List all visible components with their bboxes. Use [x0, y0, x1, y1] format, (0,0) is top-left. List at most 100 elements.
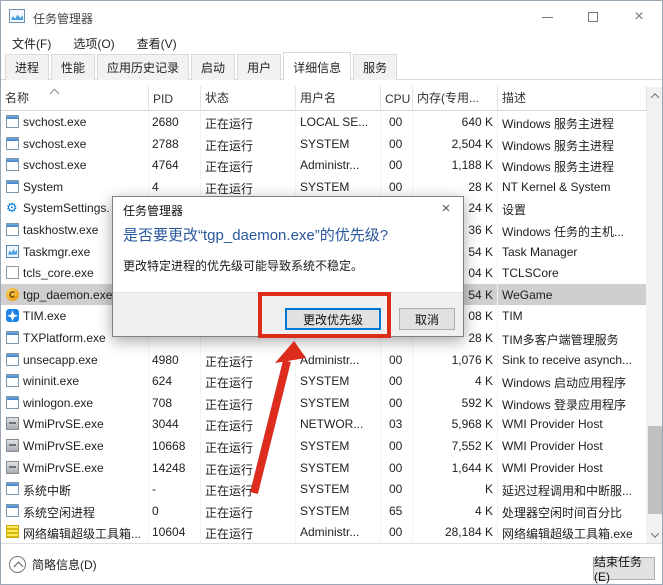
table-row[interactable]: WmiPrvSE.exe14248正在运行SYSTEM001,644 KWMI … [1, 457, 647, 479]
table-row[interactable]: winlogon.exe708正在运行SYSTEM00592 KWindows … [1, 392, 647, 414]
table-header: 名称PID状态用户名CPU内存(专用...描述 [1, 87, 647, 111]
annotation-highlight-box [258, 292, 391, 338]
table-row[interactable]: 系统中断-正在运行SYSTEM00K延迟过程调用和中断服... [1, 478, 647, 500]
maximize-button[interactable] [570, 1, 616, 33]
tab-processes[interactable]: 进程 [5, 54, 49, 80]
cell-desc: 设置 [498, 197, 647, 219]
cell-user: NETWOR... [296, 413, 381, 435]
column-header-user[interactable]: 用户名 [296, 86, 381, 110]
cell-name: System [1, 176, 149, 198]
tab-performance[interactable]: 性能 [51, 54, 95, 80]
vertical-scrollbar[interactable] [647, 87, 663, 543]
tab-details[interactable]: 详细信息 [283, 52, 351, 80]
app-process-icon [6, 158, 19, 171]
table-row[interactable]: System4正在运行SYSTEM0028 KNT Kernel & Syste… [1, 176, 647, 198]
cell-desc: TCLSCore [498, 262, 647, 284]
app-process-icon [6, 504, 19, 517]
cell-mem: 28,184 K [413, 521, 498, 543]
cell-cpu: 00 [381, 111, 413, 133]
cell-mem: 7,552 K [413, 435, 498, 457]
chevron-down-icon [651, 529, 659, 537]
column-header-status[interactable]: 状态 [201, 86, 296, 110]
close-button[interactable]: × [616, 1, 662, 33]
tab-users[interactable]: 用户 [237, 54, 281, 80]
cell-mem: 592 K [413, 392, 498, 414]
table-row[interactable]: 网络编辑超级工具箱...10604正在运行Administr...0028,18… [1, 521, 647, 543]
task-manager-window: 任务管理器 × 文件(F) 选项(O) 查看(V) 进程 性能 应用历史记录 启… [0, 0, 663, 585]
cell-status: 正在运行 [201, 478, 296, 500]
cell-desc: Windows 服务主进程 [498, 154, 647, 176]
scroll-down-button[interactable] [647, 526, 663, 543]
menu-options[interactable]: 选项(O) [69, 33, 118, 53]
app-process-icon [6, 353, 19, 366]
column-header-pid[interactable]: PID [149, 86, 201, 110]
cell-pid: 624 [149, 370, 201, 392]
cell-name: svchost.exe [1, 111, 149, 133]
table-row[interactable]: wininit.exe624正在运行SYSTEM004 KWindows 启动应… [1, 370, 647, 392]
cell-status: 正在运行 [201, 521, 296, 543]
column-header-name[interactable]: 名称 [1, 86, 149, 110]
cell-mem: 1,644 K [413, 457, 498, 479]
close-icon: × [634, 9, 643, 25]
cell-desc: Task Manager [498, 241, 647, 263]
cell-name: 系统空闲进程 [1, 500, 149, 522]
table-row[interactable]: svchost.exe2788正在运行SYSTEM002,504 KWindow… [1, 133, 647, 155]
cell-name: wininit.exe [1, 370, 149, 392]
collapse-circle-icon [9, 556, 26, 573]
cell-status: 正在运行 [201, 349, 296, 371]
cell-cpu: 00 [381, 349, 413, 371]
cell-pid: 10604 [149, 521, 201, 543]
cell-user: Administr... [296, 154, 381, 176]
dialog-close-icon[interactable]: × [437, 200, 455, 217]
cancel-button[interactable]: 取消 [399, 308, 455, 330]
dialog-title: 任务管理器 [123, 202, 183, 219]
cell-cpu: 00 [381, 457, 413, 479]
tab-app-history[interactable]: 应用历史记录 [97, 54, 189, 80]
table-row[interactable]: 系统空闲进程0正在运行SYSTEM654 K处理器空闲时间百分比 [1, 500, 647, 522]
app-process-icon [6, 482, 19, 495]
table-row[interactable]: unsecapp.exe4980正在运行Administr...001,076 … [1, 349, 647, 371]
cell-cpu: 00 [381, 435, 413, 457]
table-row[interactable]: svchost.exe4764正在运行Administr...001,188 K… [1, 154, 647, 176]
app-process-icon [6, 331, 19, 344]
cell-desc: 处理器空闲时间百分比 [498, 500, 647, 522]
end-task-button[interactable]: 结束任务(E) [593, 557, 655, 580]
table-row[interactable]: WmiPrvSE.exe3044正在运行NETWOR...035,968 KWM… [1, 413, 647, 435]
cell-desc: 网络编辑超级工具箱.exe [498, 521, 647, 543]
cell-pid: 2788 [149, 133, 201, 155]
cell-mem: 28 K [413, 176, 498, 198]
cell-status: 正在运行 [201, 413, 296, 435]
tab-startup[interactable]: 启动 [191, 54, 235, 80]
cell-user: Administr... [296, 349, 381, 371]
cell-user: SYSTEM [296, 133, 381, 155]
window-title: 任务管理器 [33, 10, 93, 27]
cell-name: winlogon.exe [1, 392, 149, 414]
menu-view[interactable]: 查看(V) [133, 33, 181, 53]
cell-mem: 1,076 K [413, 349, 498, 371]
scrollbar-thumb[interactable] [648, 426, 662, 514]
column-header-desc[interactable]: 描述 [498, 86, 647, 110]
cell-mem: 4 K [413, 500, 498, 522]
cell-desc: NT Kernel & System [498, 176, 647, 198]
cell-name: 系统中断 [1, 478, 149, 500]
yellowdoc-process-icon [6, 525, 19, 538]
cell-pid: 14248 [149, 457, 201, 479]
table-row[interactable]: WmiPrvSE.exe10668正在运行SYSTEM007,552 KWMI … [1, 435, 647, 457]
column-header-mem[interactable]: 内存(专用... [413, 86, 498, 110]
minimize-button[interactable] [524, 1, 570, 33]
cell-status: 正在运行 [201, 392, 296, 414]
plain-process-icon [6, 266, 19, 279]
column-header-cpu[interactable]: CPU [381, 86, 413, 110]
cell-desc: WeGame [498, 284, 647, 306]
menu-file[interactable]: 文件(F) [8, 33, 55, 53]
tab-services[interactable]: 服务 [353, 54, 397, 80]
cell-cpu: 00 [381, 521, 413, 543]
cell-user: SYSTEM [296, 392, 381, 414]
cell-status: 正在运行 [201, 435, 296, 457]
app-process-icon [6, 374, 19, 387]
fewer-details-toggle[interactable]: 简略信息(D) [9, 556, 97, 573]
task-manager-icon [9, 9, 25, 23]
cell-status: 正在运行 [201, 457, 296, 479]
scroll-up-button[interactable] [647, 87, 663, 104]
table-row[interactable]: svchost.exe2680正在运行LOCAL SE...00640 KWin… [1, 111, 647, 133]
